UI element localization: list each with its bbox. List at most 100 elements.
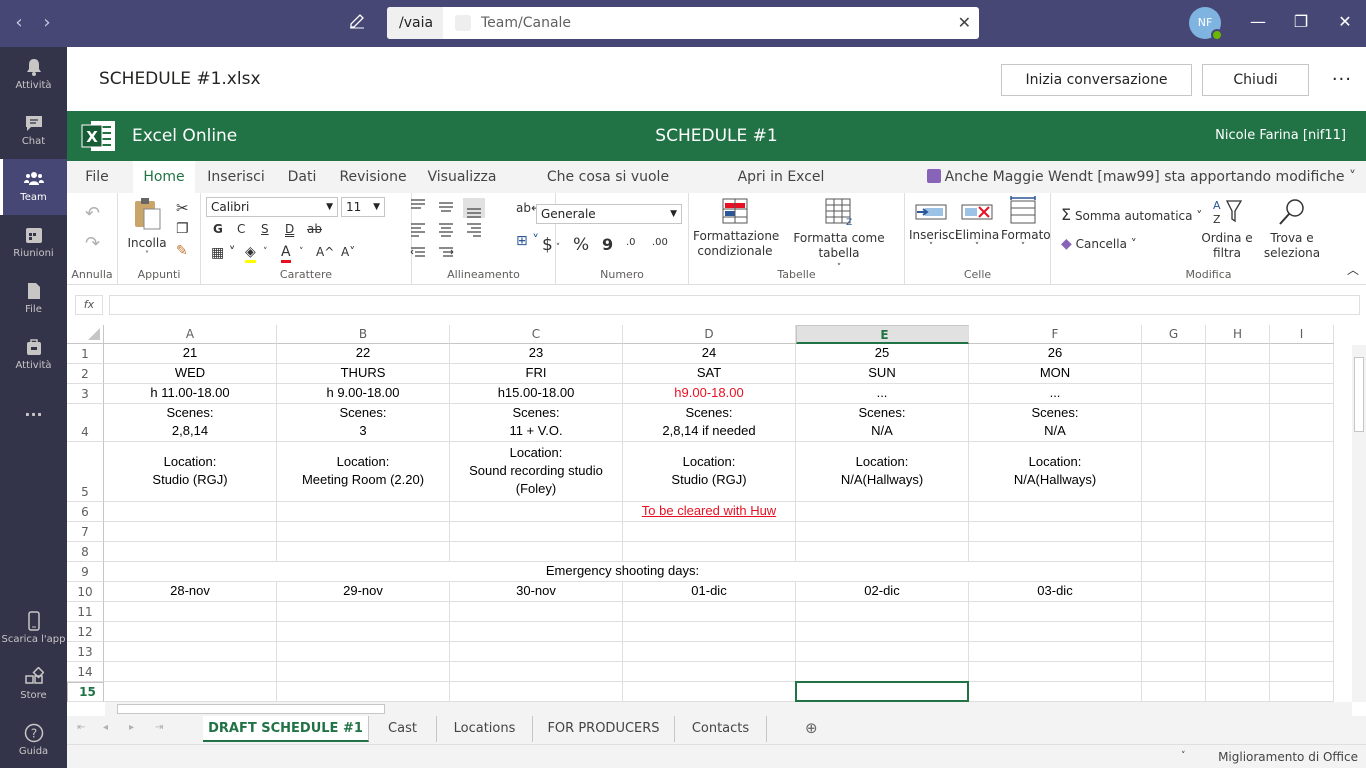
number-format-select[interactable]: Generale ▼ <box>536 204 682 224</box>
cell[interactable]: Location: N/A(Hallways) <box>796 442 969 502</box>
column-header[interactable]: C <box>450 325 623 344</box>
cell[interactable]: Location: Studio (RGJ) <box>104 442 277 502</box>
cell[interactable] <box>1142 602 1206 622</box>
cell[interactable] <box>1206 662 1270 682</box>
shrink-font-button[interactable]: A˅ <box>341 245 355 259</box>
start-conversation-button[interactable]: Inizia conversazione <box>1001 64 1192 96</box>
rail-item-team[interactable]: Team <box>0 159 67 215</box>
cell[interactable]: 03-dic <box>969 582 1142 602</box>
cell[interactable] <box>450 662 623 682</box>
row-header[interactable]: 7 <box>67 522 104 542</box>
formula-input[interactable] <box>109 295 1360 315</box>
cell[interactable] <box>969 542 1142 562</box>
cell[interactable] <box>1270 542 1334 562</box>
cell[interactable] <box>1270 522 1334 542</box>
cell[interactable] <box>796 662 969 682</box>
last-sheet-icon[interactable]: ⇥ <box>155 722 163 733</box>
cell[interactable] <box>277 662 450 682</box>
cell[interactable] <box>1206 542 1270 562</box>
cell[interactable] <box>1270 642 1334 662</box>
row-header[interactable]: 13 <box>67 642 104 662</box>
increase-decimal-button[interactable]: .0 <box>626 237 636 248</box>
merge-center-icon[interactable]: ⊞ ˅ <box>516 233 539 249</box>
row-header[interactable]: 15 <box>67 682 104 702</box>
cell[interactable] <box>1270 622 1334 642</box>
cell[interactable]: 25 <box>796 344 969 364</box>
cell[interactable] <box>1206 642 1270 662</box>
cell[interactable] <box>1142 502 1206 522</box>
cell[interactable] <box>796 502 969 522</box>
cell[interactable]: 01-dic <box>623 582 796 602</box>
cell[interactable] <box>1142 404 1206 442</box>
cell[interactable]: h9.00-18.00 <box>623 384 796 404</box>
cell[interactable] <box>969 642 1142 662</box>
function-icon[interactable]: fx <box>75 295 103 315</box>
cell[interactable]: Scenes: N/A <box>796 404 969 442</box>
command-box[interactable]: /vaia Team/Canale ✕ <box>387 7 979 39</box>
sheet-tab-contacts[interactable]: Contacts <box>675 716 767 742</box>
cell[interactable]: 24 <box>623 344 796 364</box>
column-header[interactable]: E <box>796 325 969 344</box>
compose-icon[interactable] <box>348 12 368 32</box>
cell[interactable] <box>1206 622 1270 642</box>
cell[interactable] <box>1142 442 1206 502</box>
cell[interactable] <box>1142 622 1206 642</box>
cell[interactable]: 26 <box>969 344 1142 364</box>
cell[interactable]: Scenes: 2,8,14 <box>104 404 277 442</box>
row-header[interactable]: 11 <box>67 602 104 622</box>
cell[interactable] <box>104 662 277 682</box>
cell[interactable] <box>1270 502 1334 522</box>
clear-icon[interactable]: ✕ <box>958 7 971 39</box>
cell[interactable] <box>277 602 450 622</box>
cell[interactable] <box>104 542 277 562</box>
tab-review[interactable]: Revisione <box>335 161 411 193</box>
cell[interactable] <box>104 622 277 642</box>
cell[interactable] <box>1142 542 1206 562</box>
clear-button[interactable]: ◆ Cancella ˅ <box>1061 236 1137 252</box>
cell[interactable] <box>969 602 1142 622</box>
bold-button[interactable]: G <box>213 222 223 236</box>
row-header[interactable]: 8 <box>67 542 104 562</box>
rail-item-activity-app[interactable]: Attività <box>0 327 67 383</box>
scroll-thumb[interactable] <box>1354 357 1364 432</box>
cell[interactable] <box>1142 642 1206 662</box>
row-header[interactable]: 2 <box>67 364 104 384</box>
open-in-excel-button[interactable]: Apri in Excel <box>735 161 827 193</box>
cell[interactable]: Scenes: 3 <box>277 404 450 442</box>
tab-insert[interactable]: Inserisci <box>203 161 269 193</box>
cell[interactable]: 30-nov <box>450 582 623 602</box>
cell[interactable]: SAT <box>623 364 796 384</box>
cell[interactable] <box>623 602 796 622</box>
cell[interactable]: THURS <box>277 364 450 384</box>
undo-icon[interactable]: ↶ <box>85 203 100 224</box>
cell[interactable] <box>450 502 623 522</box>
coauthor-notice[interactable]: Anche Maggie Wendt [maw99] sta apportand… <box>926 161 1356 193</box>
cell[interactable]: ... <box>969 384 1142 404</box>
cell[interactable]: h15.00-18.00 <box>450 384 623 404</box>
cell[interactable] <box>450 642 623 662</box>
cell[interactable] <box>1206 344 1270 364</box>
cell[interactable] <box>1270 442 1334 502</box>
cell[interactable] <box>1270 682 1334 702</box>
format-as-table-button[interactable]: Z Formatta come tabella ˅ <box>779 197 899 276</box>
column-header[interactable]: D <box>623 325 796 344</box>
strikethrough-button[interactable]: ab <box>307 222 322 236</box>
cell[interactable]: h 9.00-18.00 <box>277 384 450 404</box>
copy-icon[interactable]: ❐ <box>176 221 189 237</box>
cell[interactable] <box>277 622 450 642</box>
cell[interactable] <box>277 682 450 702</box>
cell[interactable] <box>623 642 796 662</box>
cell[interactable] <box>104 682 277 702</box>
sheet-tab-draft-schedule[interactable]: DRAFT SCHEDULE #1 <box>203 716 369 742</box>
rail-item-meetings[interactable]: Riunioni <box>0 215 67 271</box>
rail-item-activity[interactable]: Attività <box>0 47 67 103</box>
grow-font-button[interactable]: A^ <box>316 245 334 259</box>
cell[interactable] <box>450 542 623 562</box>
column-header[interactable]: F <box>969 325 1142 344</box>
close-button[interactable]: Chiudi <box>1202 64 1309 96</box>
cell[interactable] <box>1206 682 1270 702</box>
cell[interactable]: Location: Meeting Room (2.20) <box>277 442 450 502</box>
cell[interactable] <box>450 682 623 702</box>
cell[interactable] <box>277 522 450 542</box>
cell[interactable] <box>1206 582 1270 602</box>
